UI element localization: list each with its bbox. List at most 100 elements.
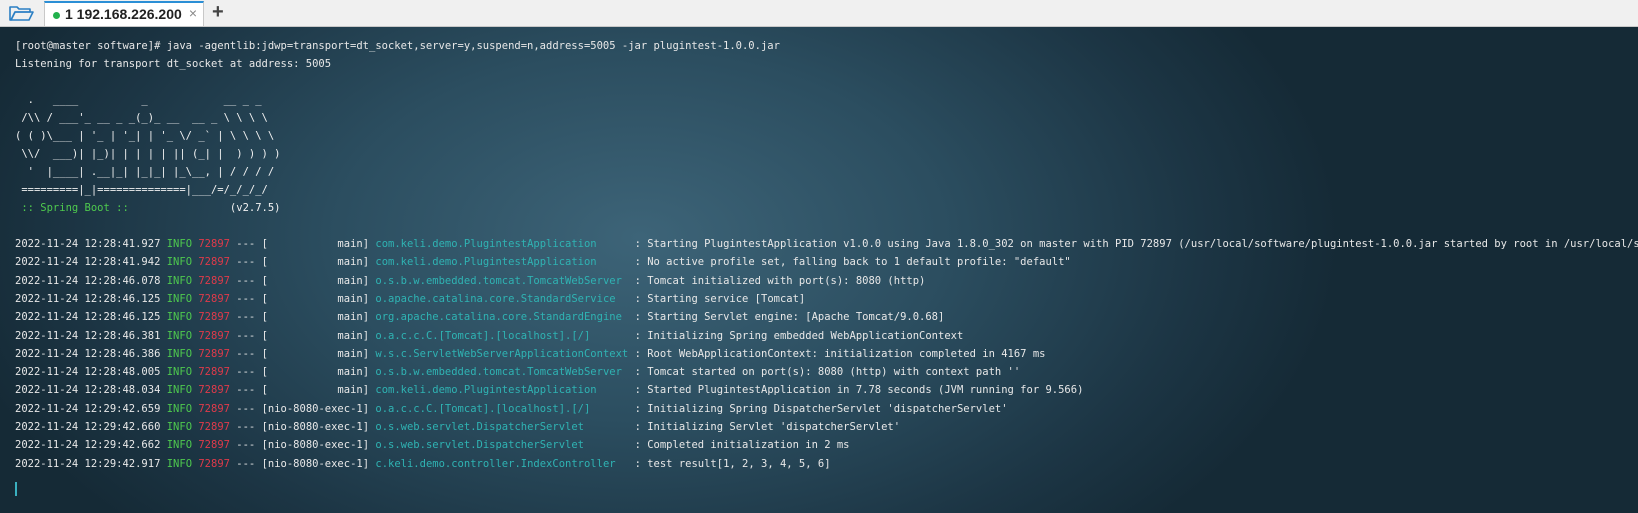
log-message: : Tomcat initialized with port(s): 8080 … — [628, 274, 926, 287]
log-message: : Initializing Spring embedded WebApplic… — [628, 329, 964, 342]
log-level: INFO — [166, 311, 193, 324]
log-message: : Root WebApplicationContext: initializa… — [628, 347, 1046, 360]
log-timestamp: 2022-11-24 12:28:46.381 — [15, 329, 161, 342]
log-message: : No active profile set, falling back to… — [628, 256, 1071, 269]
log-message: : Initializing Servlet 'dispatcherServle… — [628, 421, 901, 433]
log-timestamp: 2022-11-24 12:28:41.927 — [15, 238, 161, 250]
log-thread: [ main] — [261, 238, 370, 250]
log-thread: [ main] — [261, 292, 370, 305]
banner-line: . ____ _ __ _ _ — [15, 94, 262, 106]
log-pid: 72897 — [198, 384, 230, 397]
terminal-output[interactable]: [root@master software]# java -agentlib:j… — [0, 27, 1638, 513]
log-level: INFO — [166, 421, 193, 433]
log-thread: [ main] — [261, 384, 370, 397]
log-message: : Starting Servlet engine: [Apache Tomca… — [628, 311, 945, 324]
log-level: INFO — [166, 402, 193, 415]
log-level: INFO — [166, 366, 193, 379]
log-line: 2022-11-24 12:28:48.034 INFO 72897 --- [… — [15, 381, 1083, 399]
tab-bar: 1 192.168.226.200 × + — [0, 0, 1638, 27]
log-separator: --- — [229, 402, 262, 415]
log-message: : Starting PlugintestApplication v1.0.0 … — [628, 238, 1638, 250]
log-pid: 72897 — [198, 238, 230, 250]
log-logger: o.s.web.servlet.DispatcherServlet — [375, 439, 629, 452]
log-pid: 72897 — [198, 256, 230, 269]
log-logger: o.s.b.w.embedded.tomcat.TomcatWebServer — [375, 366, 629, 379]
log-separator: --- — [229, 347, 262, 360]
connected-status-icon — [53, 12, 60, 19]
banner-line: =========|_|==============|___/=/_/_/_/ — [15, 184, 268, 196]
log-message: : Tomcat started on port(s): 8080 (http)… — [628, 366, 1021, 379]
log-separator: --- — [229, 311, 262, 324]
folder-open-icon — [9, 6, 34, 21]
log-timestamp: 2022-11-24 12:28:46.078 — [15, 274, 161, 287]
log-pid: 72897 — [198, 329, 230, 342]
log-message: : Started PlugintestApplication in 7.78 … — [628, 384, 1084, 397]
spring-boot-version-line: :: Spring Boot :: (v2.7.5) — [15, 199, 281, 217]
log-pid: 72897 — [198, 292, 230, 305]
log-line: 2022-11-24 12:28:41.942 INFO 72897 --- [… — [15, 253, 1071, 271]
log-line: 2022-11-24 12:28:41.927 INFO 72897 --- [… — [15, 235, 1638, 253]
log-timestamp: 2022-11-24 12:29:42.917 — [15, 457, 161, 470]
log-level: INFO — [166, 256, 193, 269]
banner-line: /\\ / ___'_ __ _ _(_)_ __ __ _ \ \ \ \ — [15, 112, 268, 124]
log-logger: com.keli.demo.PlugintestApplication — [375, 238, 629, 250]
log-line: 2022-11-24 12:29:42.662 INFO 72897 --- [… — [15, 436, 850, 454]
log-line: 2022-11-24 12:28:48.005 INFO 72897 --- [… — [15, 363, 1020, 381]
log-line: 2022-11-24 12:28:46.386 INFO 72897 --- [… — [15, 345, 1045, 363]
log-level: INFO — [166, 238, 193, 250]
command-line: [root@master software]# java -agentlib:j… — [15, 40, 780, 52]
log-line: 2022-11-24 12:28:46.381 INFO 72897 --- [… — [15, 327, 963, 345]
log-logger: o.s.web.servlet.DispatcherServlet — [375, 421, 629, 433]
log-logger: w.s.c.ServletWebServerApplicationContext — [375, 347, 629, 360]
log-separator: --- — [229, 457, 262, 470]
log-thread: [ main] — [261, 366, 370, 379]
log-level: INFO — [166, 347, 193, 360]
log-separator: --- — [229, 238, 262, 250]
log-line: 2022-11-24 12:29:42.917 INFO 72897 --- [… — [15, 455, 831, 473]
banner-line: ' |____| .__|_| |_|_| |_\__, | / / / / — [15, 166, 275, 178]
log-timestamp: 2022-11-24 12:28:41.942 — [15, 256, 161, 269]
log-pid: 72897 — [198, 439, 230, 452]
log-thread: [ main] — [261, 347, 370, 360]
log-timestamp: 2022-11-24 12:28:46.386 — [15, 347, 161, 360]
spring-boot-version: (v2.7.5) — [135, 202, 281, 214]
new-tab-button[interactable]: + — [212, 1, 224, 23]
listening-line: Listening for transport dt_socket at add… — [15, 58, 332, 70]
tab-label: 1 192.168.226.200 — [65, 6, 182, 22]
close-icon[interactable]: × — [189, 5, 197, 21]
log-separator: --- — [229, 292, 262, 305]
log-logger: c.keli.demo.controller.IndexController — [375, 457, 629, 470]
log-timestamp: 2022-11-24 12:29:42.659 — [15, 402, 161, 415]
log-logger: o.a.c.c.C.[Tomcat].[localhost].[/] — [375, 329, 629, 342]
log-line: 2022-11-24 12:28:46.125 INFO 72897 --- [… — [15, 308, 944, 326]
banner-line: ( ( )\___ | '_ | '_| | '_ \/ _` | \ \ \ … — [15, 130, 275, 142]
log-logger: o.s.b.w.embedded.tomcat.TomcatWebServer — [375, 274, 629, 287]
log-thread: [nio-8080-exec-1] — [261, 439, 370, 452]
log-pid: 72897 — [198, 311, 230, 324]
log-separator: --- — [229, 384, 262, 397]
log-thread: [ main] — [261, 274, 370, 287]
log-timestamp: 2022-11-24 12:28:48.034 — [15, 384, 161, 397]
log-logger: org.apache.catalina.core.StandardEngine — [375, 311, 629, 324]
log-pid: 72897 — [198, 402, 230, 415]
log-line: 2022-11-24 12:28:46.125 INFO 72897 --- [… — [15, 290, 805, 308]
log-separator: --- — [229, 329, 262, 342]
log-level: INFO — [166, 384, 193, 397]
log-message: : Initializing Spring DispatcherServlet … — [628, 402, 1008, 415]
session-tab[interactable]: 1 192.168.226.200 × — [44, 1, 204, 26]
log-thread: [ main] — [261, 256, 370, 269]
open-folder-button[interactable] — [8, 3, 34, 23]
log-timestamp: 2022-11-24 12:29:42.660 — [15, 421, 161, 433]
log-separator: --- — [229, 256, 262, 269]
log-pid: 72897 — [198, 274, 230, 287]
log-thread: [nio-8080-exec-1] — [261, 402, 370, 415]
log-logger: o.apache.catalina.core.StandardService — [375, 292, 629, 305]
log-timestamp: 2022-11-24 12:28:48.005 — [15, 366, 161, 379]
log-message: : test result[1, 2, 3, 4, 5, 6] — [628, 457, 831, 470]
log-level: INFO — [166, 439, 193, 452]
log-separator: --- — [229, 274, 262, 287]
log-thread: [ main] — [261, 311, 370, 324]
log-separator: --- — [229, 439, 262, 452]
log-logger: o.a.c.c.C.[Tomcat].[localhost].[/] — [375, 402, 629, 415]
log-timestamp: 2022-11-24 12:29:42.662 — [15, 439, 161, 452]
